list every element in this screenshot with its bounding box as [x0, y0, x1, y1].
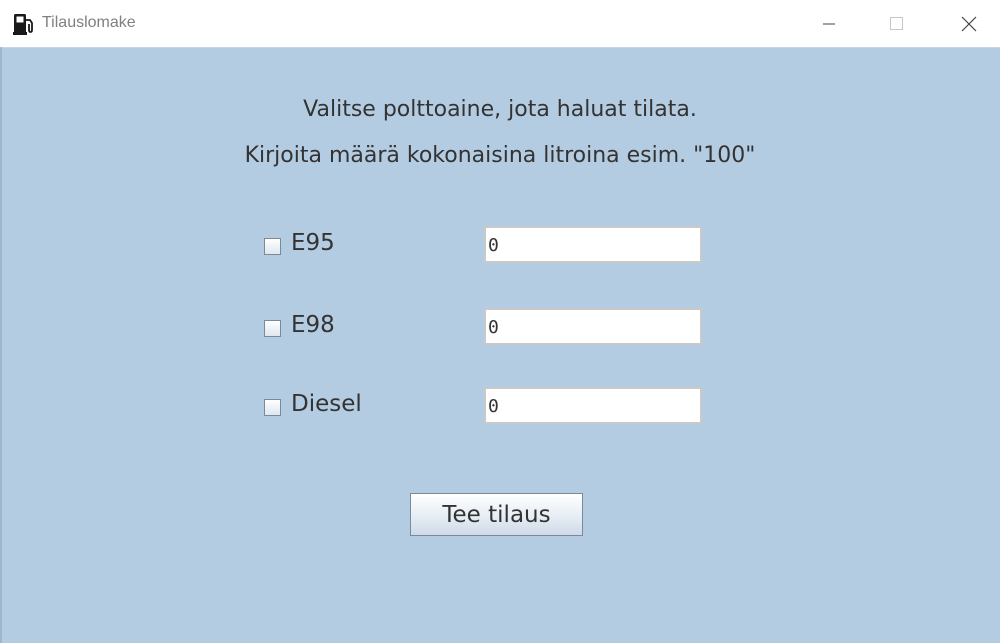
checkbox-e95[interactable] — [264, 238, 281, 255]
close-icon — [961, 16, 977, 31]
amount-field-e95[interactable] — [484, 226, 702, 263]
instruction-line-1: Valitse polttoaine, jota haluat tilata. — [303, 97, 697, 122]
checkbox-diesel[interactable] — [264, 399, 281, 416]
checkbox-e98[interactable] — [264, 320, 281, 337]
amount-field-diesel[interactable] — [484, 387, 702, 424]
window-title: Tilauslomake — [42, 14, 136, 31]
minimize-icon — [823, 23, 835, 24]
instruction-line-2: Kirjoita määrä kokonaisina litroina esim… — [244, 143, 756, 168]
amount-field-e98[interactable] — [484, 308, 702, 345]
checkbox-label-e98[interactable]: E98 — [291, 312, 335, 338]
place-order-button[interactable]: Tee tilaus — [410, 493, 583, 536]
checkbox-label-diesel[interactable]: Diesel — [291, 391, 362, 417]
minimize-button[interactable] — [806, 0, 852, 47]
maximize-icon — [890, 16, 903, 30]
checkbox-label-e95[interactable]: E95 — [291, 230, 335, 256]
close-button[interactable] — [946, 0, 992, 47]
fuel-pump-icon — [12, 12, 36, 36]
window-border — [0, 47, 2, 643]
title-bar: Tilauslomake — [0, 0, 1000, 48]
maximize-button[interactable] — [874, 0, 920, 47]
